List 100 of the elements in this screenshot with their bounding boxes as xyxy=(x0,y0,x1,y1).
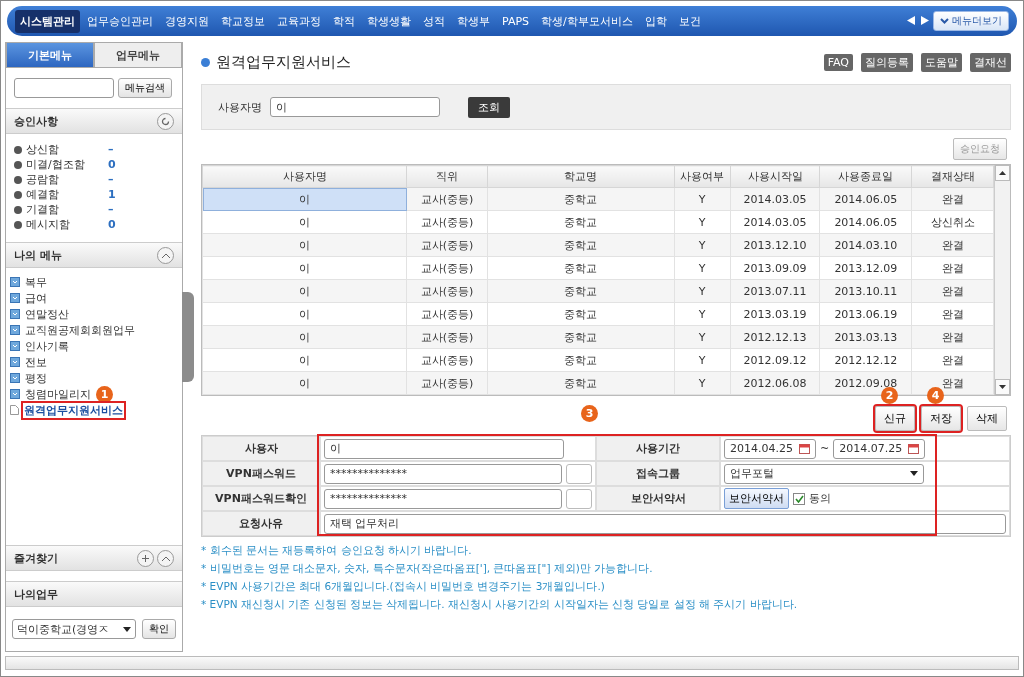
scrollbar[interactable] xyxy=(994,165,1010,395)
refresh-button[interactable] xyxy=(157,112,174,130)
menu-link[interactable]: 교직원공제회회원업무 xyxy=(24,322,136,338)
agreement-button[interactable]: 보안서약서 xyxy=(724,488,789,509)
more-menu-button[interactable]: 메뉴더보기 xyxy=(932,11,1009,31)
collapse-handle[interactable] xyxy=(182,292,194,382)
menu-link[interactable]: 전보 xyxy=(24,354,48,370)
nav-tab[interactable]: 교육과정 xyxy=(272,9,326,33)
approval-link[interactable]: 공람함 xyxy=(26,172,104,187)
collapse-button[interactable] xyxy=(157,246,174,264)
nav-tab[interactable]: 학교정보 xyxy=(216,9,270,33)
document-icon xyxy=(10,405,19,415)
end-date-field[interactable]: 2014.07.25 xyxy=(833,438,926,459)
menu-search-field[interactable] xyxy=(14,78,114,98)
scroll-up-icon[interactable] xyxy=(999,171,1006,175)
user-name-field[interactable]: 이 xyxy=(270,97,440,117)
chevron-up-icon xyxy=(161,252,170,258)
nav-tab[interactable]: 업무승인관리 xyxy=(82,9,158,33)
calendar-icon[interactable] xyxy=(908,443,920,454)
user-field[interactable]: 이 xyxy=(324,438,564,459)
toolbar-button[interactable]: 결재선 xyxy=(970,52,1011,72)
field-label: 사용자 xyxy=(202,436,320,461)
group-select[interactable]: 업무포털 xyxy=(724,463,924,484)
start-date-field[interactable]: 2014.04.25 xyxy=(724,438,816,459)
action-button[interactable]: 삭제 xyxy=(967,406,1007,431)
nav-tab[interactable]: 보건 xyxy=(673,9,706,33)
add-button[interactable] xyxy=(137,549,154,567)
bullet-icon xyxy=(14,205,22,214)
sidebar-tab[interactable]: 업무메뉴 xyxy=(94,42,182,68)
approval-link[interactable]: 메시지함 xyxy=(26,217,104,232)
scroll-down-icon[interactable] xyxy=(999,385,1006,389)
table-cell: 중학교 xyxy=(487,325,674,349)
table-cell: 이 xyxy=(202,210,407,234)
section-title: 승인사항 xyxy=(14,113,59,129)
password-confirm-field[interactable]: ************** xyxy=(324,488,563,509)
action-button[interactable]: 신규 xyxy=(875,406,915,431)
column-header[interactable]: 사용여부 xyxy=(674,165,731,188)
approval-link[interactable]: 기결함 xyxy=(26,202,104,217)
reason-field[interactable]: 재택 업무처리 xyxy=(324,513,1006,534)
nav-tab[interactable]: 학적 xyxy=(328,9,360,33)
approval-link[interactable]: 미결/협조함 xyxy=(26,157,104,172)
nav-tab[interactable]: 경영지원 xyxy=(160,9,214,33)
column-header[interactable]: 직위 xyxy=(406,165,488,188)
approval-link[interactable]: 예결함 xyxy=(26,187,104,202)
menu-link[interactable]: 평정 xyxy=(24,370,48,386)
field-label: 보안서약서 xyxy=(596,486,720,511)
bullet-icon xyxy=(14,145,22,154)
table-cell: 중학교 xyxy=(487,348,674,372)
checkbox-label: 동의 xyxy=(809,491,831,506)
menu-link[interactable]: 인사기록 xyxy=(24,338,70,354)
sidebar-tab[interactable]: 기본메뉴 xyxy=(6,42,94,68)
table-cell: 이 xyxy=(202,279,407,303)
nav-tab[interactable]: 학생부 xyxy=(452,9,495,33)
column-header[interactable]: 사용종료일 xyxy=(819,165,912,188)
field-label: 요청사유 xyxy=(202,511,320,536)
toolbar-button[interactable]: 질의등록 xyxy=(861,52,913,72)
column-header[interactable]: 사용자명 xyxy=(202,165,407,188)
menu-link[interactable]: 원격업무지원서비스 xyxy=(23,402,124,418)
column-header[interactable]: 학교명 xyxy=(487,165,674,188)
nav-tab[interactable]: PAPS xyxy=(497,10,535,32)
table-cell: 중학교 xyxy=(487,302,674,326)
folder-icon xyxy=(10,357,20,367)
section-title: 즐겨찾기 xyxy=(14,550,59,566)
approval-count: – xyxy=(108,203,114,216)
next-arrow-icon[interactable] xyxy=(918,15,931,27)
column-header[interactable]: 결재상태 xyxy=(911,165,994,188)
field-label: 사용기간 xyxy=(596,436,720,461)
toolbar-button[interactable]: FAQ xyxy=(823,53,853,71)
nav-tab[interactable]: 성적 xyxy=(418,9,450,33)
nav-tab[interactable]: 학생/학부모서비스 xyxy=(536,9,638,33)
input-field[interactable] xyxy=(566,463,592,484)
nav-tab[interactable]: 학생생활 xyxy=(362,9,416,33)
collapse-button[interactable] xyxy=(157,549,174,567)
table-cell: 중학교 xyxy=(487,279,674,303)
input-field[interactable] xyxy=(566,488,592,509)
range-separator: ~ xyxy=(820,442,830,455)
action-button[interactable]: 저장 xyxy=(921,406,961,431)
menu-link[interactable]: 급여 xyxy=(24,290,48,306)
menu-link[interactable]: 청렴마일리지 xyxy=(24,386,92,402)
confirm-button[interactable]: 확인 xyxy=(142,619,176,639)
nav-tab[interactable]: 시스템관리 xyxy=(15,9,80,33)
menu-link[interactable]: 복무 xyxy=(24,274,48,290)
password-field[interactable]: ************** xyxy=(324,463,563,484)
column-header[interactable]: 사용시작일 xyxy=(730,165,820,188)
plus-icon xyxy=(142,554,149,562)
table-cell: 이 xyxy=(202,302,407,326)
menu-link[interactable]: 연말정산 xyxy=(24,306,70,322)
approval-count: – xyxy=(108,173,114,186)
prev-arrow-icon[interactable] xyxy=(904,15,917,27)
toolbar-button[interactable]: 도움말 xyxy=(921,52,962,72)
agree-checkbox[interactable] xyxy=(793,492,805,505)
work-select[interactable]: 덕이중학교(경영ㅈ xyxy=(12,619,136,639)
approval-count: 1 xyxy=(108,188,116,201)
nav-tab[interactable]: 입학 xyxy=(639,9,672,33)
menu-search-button[interactable]: 메뉴검색 xyxy=(118,78,172,98)
calendar-icon[interactable] xyxy=(799,443,810,454)
table-cell: 이 xyxy=(202,348,407,372)
step-marker: 2 xyxy=(881,387,898,404)
search-button[interactable]: 조회 xyxy=(468,96,510,118)
approval-link[interactable]: 상신함 xyxy=(26,142,104,157)
